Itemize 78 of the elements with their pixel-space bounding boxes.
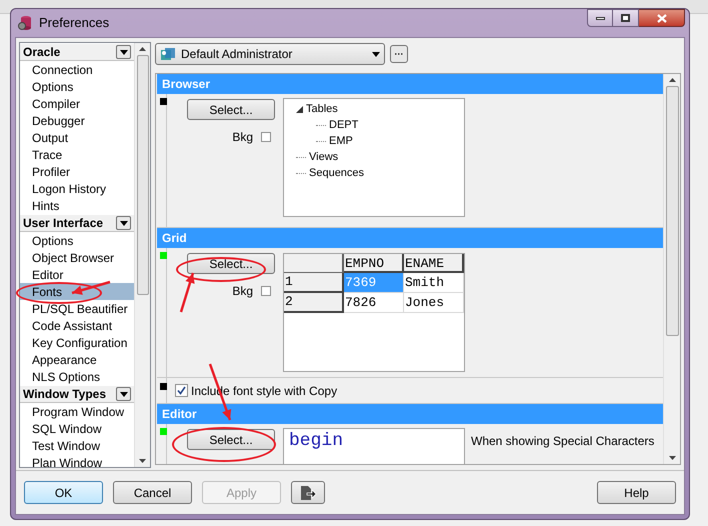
column-header: ENAME [404, 254, 464, 273]
category-item[interactable]: Program Window [20, 403, 134, 420]
category-item[interactable]: Plan Window [20, 454, 134, 467]
bkg-label: Bkg [232, 129, 253, 146]
tree-item[interactable]: EMP [329, 132, 353, 150]
category-item[interactable]: Hints [20, 197, 134, 214]
minimize-button[interactable] [587, 9, 613, 27]
tree-item[interactable]: Views [309, 148, 338, 166]
category-item[interactable]: PL/SQL Beautifier [20, 300, 134, 317]
tree-item[interactable]: Sequences [309, 164, 364, 182]
category-item[interactable]: Trace [20, 146, 134, 163]
toolbar-button[interactable] [291, 481, 325, 504]
window-title: Preferences [39, 14, 110, 32]
category-item[interactable]: Options [20, 232, 134, 249]
profile-dropdown[interactable]: Default Administrator [155, 43, 385, 65]
section-header: Browser [157, 74, 663, 94]
category-item[interactable]: Options [20, 78, 134, 95]
scrollbar[interactable] [663, 74, 680, 464]
collapse-button[interactable] [116, 387, 131, 401]
collapse-button[interactable] [116, 216, 131, 230]
option-label: When showing Special Characters [471, 433, 654, 450]
row-header: 2 [284, 293, 344, 313]
scroll-up-icon[interactable] [668, 78, 676, 82]
checkbox[interactable] [175, 384, 188, 397]
category-item[interactable]: Debugger [20, 112, 134, 129]
maximize-button[interactable] [613, 9, 639, 27]
row-header: 1 [284, 273, 344, 293]
dialog-button[interactable]: Cancel [113, 481, 192, 504]
section-header: Editor [157, 404, 663, 424]
document-arrow-icon [299, 484, 317, 500]
table-cell[interactable]: Smith [404, 273, 464, 293]
scroll-down-icon[interactable] [668, 456, 676, 460]
category-item[interactable]: SQL Window [20, 420, 134, 437]
close-icon [656, 14, 666, 22]
category-item[interactable]: Key Configuration [20, 334, 134, 351]
checkbox[interactable] [261, 286, 271, 296]
checkbox[interactable] [261, 132, 271, 142]
annotation-arrow [179, 271, 197, 314]
category-item[interactable]: Logon History [20, 180, 134, 197]
category-item[interactable]: Test Window [20, 437, 134, 454]
category-item[interactable]: Output [20, 129, 134, 146]
editor-preview: begin [283, 428, 465, 464]
scroll-up-icon[interactable] [139, 47, 146, 51]
caret-icon [120, 220, 128, 226]
gear-database-icon [17, 15, 33, 31]
category-item[interactable]: Profiler [20, 163, 134, 180]
scroll-down-icon[interactable] [139, 459, 146, 463]
help-button[interactable]: Help [597, 481, 676, 504]
users-icon [160, 46, 176, 62]
collapse-button[interactable] [116, 45, 131, 59]
caret-icon [120, 392, 128, 396]
annotation-arrow [70, 280, 112, 297]
category-item[interactable]: Editor [20, 266, 134, 283]
more-button[interactable]: ··· [390, 45, 408, 63]
select-button[interactable]: Select... [187, 99, 275, 120]
close-button[interactable] [639, 9, 685, 27]
dialog-button[interactable]: OK [24, 481, 103, 504]
category-item[interactable]: Code Assistant [20, 317, 134, 334]
tree-item[interactable]: Tables [306, 100, 338, 118]
group-header: User Interface [23, 215, 104, 232]
bkg-label: Bkg [232, 283, 253, 300]
caret-icon [120, 50, 128, 54]
group-header: Window Types [23, 386, 106, 403]
category-item[interactable]: NLS Options [20, 368, 134, 385]
category-item[interactable]: Connection [20, 61, 134, 78]
category-item[interactable]: Object Browser [20, 249, 134, 266]
caret-icon [372, 52, 380, 56]
select-button[interactable]: Select... [187, 253, 275, 274]
category-item[interactable]: Compiler [20, 95, 134, 112]
expand-triangle-icon[interactable] [296, 106, 303, 112]
scrollbar[interactable] [134, 43, 150, 467]
tree-item[interactable]: DEPT [329, 116, 358, 134]
select-button[interactable]: Select... [187, 429, 275, 450]
group-header: Oracle [23, 44, 60, 61]
section-header: Grid [157, 228, 663, 248]
category-item[interactable]: Appearance [20, 351, 134, 368]
table-cell[interactable]: 7826 [344, 293, 404, 313]
table-cell[interactable]: Jones [404, 293, 464, 313]
